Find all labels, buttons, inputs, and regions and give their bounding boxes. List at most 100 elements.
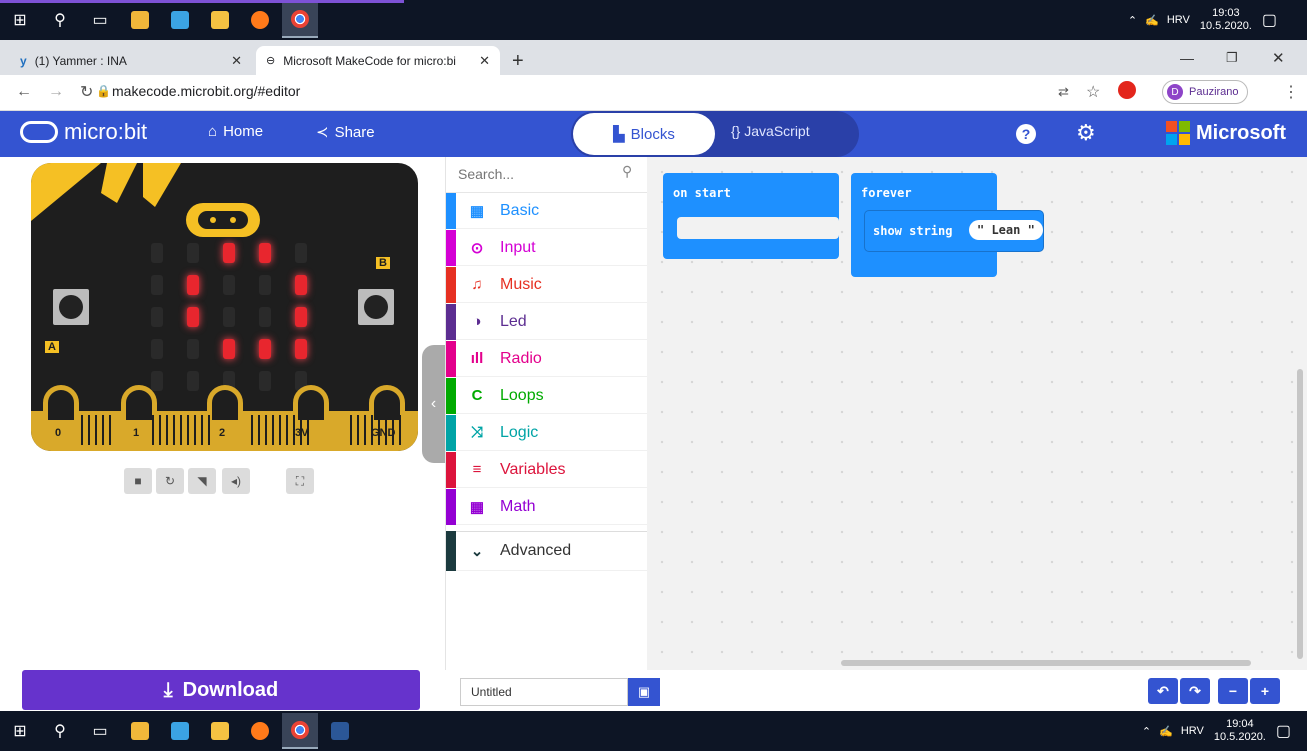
- microbit-logo[interactable]: micro:bit: [20, 119, 147, 145]
- back-icon[interactable]: ←: [16, 83, 32, 101]
- math-icon: ▦: [469, 498, 485, 516]
- undo-icon[interactable]: ↶: [1148, 678, 1178, 704]
- translate-icon[interactable]: ⇄: [1058, 84, 1069, 100]
- button-b[interactable]: [358, 289, 394, 325]
- toolbox-search-input[interactable]: [458, 163, 608, 185]
- home-button[interactable]: ⌂ Home: [208, 123, 263, 140]
- home-icon: ⌂: [208, 123, 218, 140]
- opera-extension-icon[interactable]: [1118, 81, 1136, 99]
- close-tab-icon[interactable]: ✕: [479, 53, 490, 69]
- forward-icon[interactable]: →: [48, 83, 64, 101]
- on-start-label: on start: [673, 186, 731, 200]
- led-cell: [295, 307, 307, 327]
- star-icon[interactable]: ☆: [1086, 82, 1100, 102]
- toolbox-category-math[interactable]: ▦ Math: [446, 488, 648, 525]
- toolbox-category-label: Variables: [500, 460, 566, 478]
- clock[interactable]: 19:04 10.5.2020.: [1214, 718, 1266, 744]
- search-icon[interactable]: ⚲: [42, 713, 78, 749]
- collapse-simulator-handle[interactable]: ‹: [422, 345, 445, 463]
- edge-stripe: [392, 415, 394, 445]
- toolbox-category-led[interactable]: ◑ Led: [446, 303, 648, 340]
- tab-label: (1) Yammer : INA: [34, 53, 127, 68]
- search-icon[interactable]: ⚲: [42, 2, 78, 38]
- close-window-icon[interactable]: ✕: [1272, 49, 1285, 67]
- save-icon[interactable]: ▣: [628, 678, 660, 706]
- toolbox-category-variables[interactable]: ≡ Variables: [446, 451, 648, 488]
- blocks-tab[interactable]: ▙ Blocks: [573, 113, 715, 155]
- pin-0[interactable]: [43, 385, 79, 425]
- blocks-workspace[interactable]: on start forever show string " Lean ": [647, 157, 1307, 670]
- calculator-icon[interactable]: [162, 713, 198, 749]
- microsoft-logo[interactable]: Microsoft: [1166, 121, 1286, 145]
- url-field[interactable]: makecode.microbit.org/#editor: [112, 83, 300, 99]
- redo-icon[interactable]: ↷: [1180, 678, 1210, 704]
- settings-gear-icon[interactable]: ⚙: [1076, 120, 1096, 146]
- chrome-icon[interactable]: [282, 2, 318, 38]
- download-button[interactable]: ⤓ Download: [22, 670, 420, 710]
- chevron-up-icon[interactable]: ⌃: [1142, 725, 1151, 738]
- zoom-out-icon[interactable]: −: [1218, 678, 1248, 704]
- pen-icon[interactable]: ✍: [1145, 14, 1159, 27]
- clock-time: 19:04: [1226, 718, 1254, 730]
- minimize-icon[interactable]: —: [1180, 50, 1194, 66]
- toolbox-category-music[interactable]: ♫ Music: [446, 266, 648, 303]
- task-view-icon[interactable]: ▭: [82, 2, 118, 38]
- slowmo-icon[interactable]: ◥: [188, 468, 216, 494]
- windows-start-icon[interactable]: ⊞: [2, 713, 38, 749]
- windows-start-icon[interactable]: ⊞: [2, 2, 38, 38]
- clock[interactable]: 19:03 10.5.2020.: [1200, 7, 1252, 33]
- profile-button[interactable]: D Pauzirano: [1162, 80, 1248, 104]
- tab-yammer[interactable]: y (1) Yammer : INA ✕: [10, 46, 252, 75]
- language-indicator[interactable]: HRV: [1167, 14, 1190, 26]
- toolbox-search[interactable]: ⚲: [446, 157, 648, 193]
- more-menu-icon[interactable]: ⋮: [1283, 82, 1299, 102]
- on-start-block[interactable]: on start: [663, 173, 839, 259]
- mute-icon[interactable]: ◂): [222, 468, 250, 494]
- button-a[interactable]: [53, 289, 89, 325]
- forever-block[interactable]: forever show string " Lean ": [851, 173, 1043, 277]
- close-tab-icon[interactable]: ✕: [231, 53, 242, 69]
- show-string-block[interactable]: show string " Lean ": [865, 211, 1043, 251]
- restore-icon[interactable]: ❐: [1226, 50, 1238, 66]
- reload-icon[interactable]: ↻: [80, 82, 93, 102]
- microbit-touch-logo[interactable]: [186, 203, 260, 237]
- file-icon[interactable]: [122, 713, 158, 749]
- toolbox-category-input[interactable]: ⊙ Input: [446, 229, 648, 266]
- firefox-icon[interactable]: [242, 2, 278, 38]
- toolbox-advanced[interactable]: ⌄ Advanced: [446, 531, 648, 571]
- word-icon[interactable]: [322, 713, 358, 749]
- notification-icon[interactable]: ▢: [1276, 721, 1291, 741]
- chevron-up-icon[interactable]: ⌃: [1128, 14, 1137, 27]
- tab-makecode[interactable]: ⊖ Microsoft MakeCode for micro:bi ✕: [256, 46, 500, 75]
- search-icon[interactable]: ⚲: [622, 163, 632, 180]
- horizontal-scrollbar[interactable]: [841, 660, 1251, 666]
- fullscreen-icon[interactable]: ⛶: [286, 468, 314, 494]
- file-explorer-icon[interactable]: [202, 2, 238, 38]
- language-indicator[interactable]: HRV: [1181, 725, 1204, 737]
- toolbox-category-logic[interactable]: ⤨ Logic: [446, 414, 648, 451]
- toolbox-category-radio[interactable]: ıll Radio: [446, 340, 648, 377]
- notification-icon[interactable]: ▢: [1262, 10, 1277, 30]
- show-string-label: show string: [873, 224, 953, 238]
- chrome-icon[interactable]: [282, 713, 318, 749]
- toolbox-category-loops[interactable]: C Loops: [446, 377, 648, 414]
- stop-icon[interactable]: ■: [124, 468, 152, 494]
- javascript-tab[interactable]: {} JavaScript: [731, 123, 810, 139]
- calculator-icon[interactable]: [162, 2, 198, 38]
- firefox-icon[interactable]: [242, 713, 278, 749]
- file-explorer-icon[interactable]: [202, 713, 238, 749]
- new-tab-button[interactable]: +: [512, 50, 524, 73]
- file-icon[interactable]: [122, 2, 158, 38]
- task-view-icon[interactable]: ▭: [82, 713, 118, 749]
- help-icon[interactable]: ?: [1016, 124, 1036, 144]
- restart-icon[interactable]: ↻: [156, 468, 184, 494]
- share-button[interactable]: ≺ Share: [316, 123, 375, 142]
- project-name-input[interactable]: [460, 678, 628, 706]
- pin-3v[interactable]: [293, 385, 329, 425]
- pen-icon[interactable]: ✍: [1159, 725, 1173, 738]
- pin-2[interactable]: [207, 385, 243, 425]
- toolbox-category-basic[interactable]: ▦ Basic: [446, 192, 648, 229]
- zoom-in-icon[interactable]: +: [1250, 678, 1280, 704]
- string-value-input[interactable]: " Lean ": [969, 220, 1043, 240]
- vertical-scrollbar[interactable]: [1297, 369, 1303, 659]
